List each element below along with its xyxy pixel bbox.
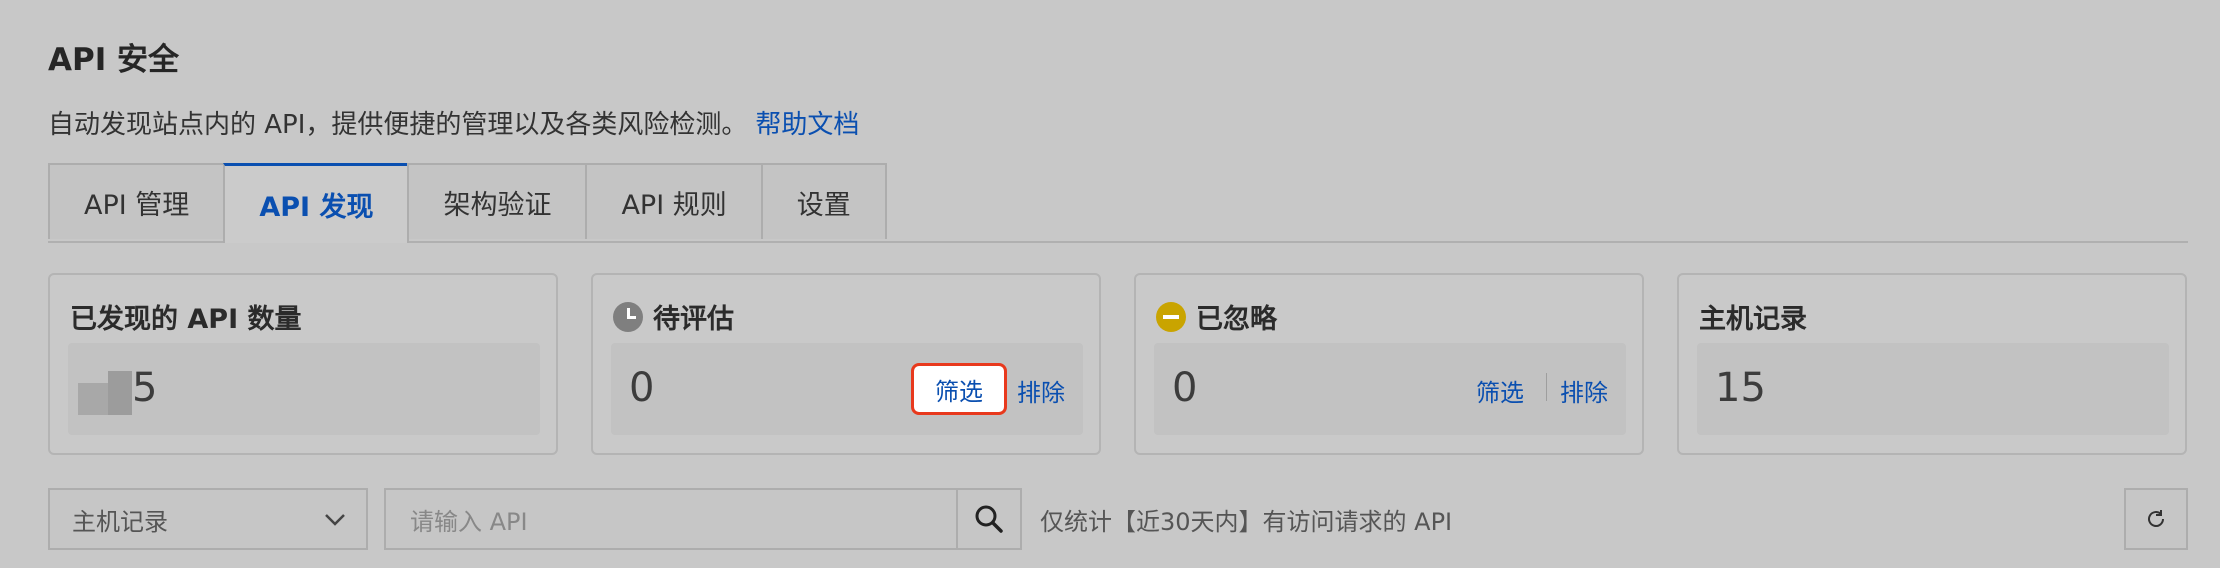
discovered-api-card: 已发现的 API 数量 5 [48,273,558,455]
tab-api-management[interactable]: API 管理 [48,163,226,239]
card-title: 已忽略 [1156,297,1277,336]
pending-exclude-link[interactable]: 排除 [1017,373,1065,408]
pending-filter-button[interactable]: 筛选 [911,363,1007,415]
search-icon [975,505,1003,533]
host-records-count: 15 [1715,365,1766,411]
pending-card: 待评估 0 筛选 排除 [591,273,1101,455]
tab-api-discovery[interactable]: API 发现 [223,163,410,243]
host-record-select[interactable]: 主机记录 [48,488,368,550]
pending-count: 0 [629,365,655,411]
ignored-card: 已忽略 0 筛选 排除 [1134,273,1644,455]
card-title-label: 待评估 [653,304,734,335]
card-title: 主机记录 [1699,304,1807,335]
card-title: 待评估 [613,297,734,336]
search-button[interactable] [956,488,1022,550]
value-box: 5 [68,343,540,435]
stats-cards: 已发现的 API 数量 5 待评估 0 筛选 排除 已忽略 0 筛选 排除 主机… [48,273,2188,455]
divider [1546,373,1547,401]
api-search-input[interactable]: 请输入 API [384,488,958,550]
refresh-button[interactable] [2124,488,2188,550]
tab-api-rules[interactable]: API 规则 [585,163,763,239]
page-description: 自动发现站点内的 API，提供便捷的管理以及各类风险检测。 帮助文档 [48,104,859,141]
tab-schema-validation[interactable]: 架构验证 [407,163,588,239]
minus-circle-icon [1156,301,1186,332]
redacted-block [78,383,108,415]
value-box: 0 筛选 排除 [1154,343,1626,435]
refresh-icon [2148,510,2164,527]
card-title-label: 已忽略 [1196,304,1277,335]
stats-hint: 仅统计【近30天内】有访问请求的 API [1040,508,1453,536]
ignored-filter-link[interactable]: 筛选 [1476,373,1524,408]
card-title: 已发现的 API 数量 [70,304,302,335]
description-text: 自动发现站点内的 API，提供便捷的管理以及各类风险检测。 [48,110,748,140]
tab-bar: API 管理 API 发现 架构验证 API 规则 设置 [48,163,2188,243]
help-docs-link[interactable]: 帮助文档 [755,110,859,140]
select-value: 主机记录 [72,507,168,536]
redacted-block [108,371,132,415]
value-box: 15 [1697,343,2169,435]
ignored-exclude-link[interactable]: 排除 [1560,373,1608,408]
clock-icon [613,301,643,332]
page-title: API 安全 [48,42,180,78]
host-records-card: 主机记录 15 [1677,273,2187,455]
chevron-down-icon [325,514,345,526]
value-box: 0 筛选 排除 [611,343,1083,435]
tab-settings[interactable]: 设置 [760,163,887,239]
search-placeholder: 请输入 API [410,507,528,536]
discovered-api-count: 5 [132,365,158,411]
ignored-count: 0 [1172,365,1198,411]
